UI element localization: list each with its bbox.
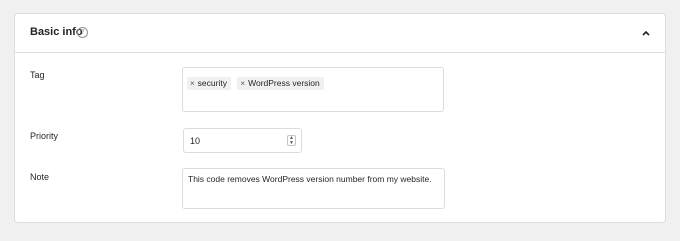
priority-value: 10 xyxy=(190,136,201,146)
basic-info-panel: Basic info ? Tag × security × WordPress ve… xyxy=(14,13,666,223)
remove-tag-icon[interactable]: × xyxy=(190,79,195,88)
tag-input[interactable]: × security × WordPress version xyxy=(182,67,444,112)
note-textarea[interactable]: This code removes WordPress version numb… xyxy=(182,168,445,209)
note-label: Note xyxy=(30,172,50,182)
panel-header[interactable]: Basic info ? xyxy=(15,14,665,53)
priority-label: Priority xyxy=(30,131,59,141)
remove-tag-icon[interactable]: × xyxy=(240,79,245,88)
question-circle-icon[interactable]: ? xyxy=(77,27,88,38)
tag-chip-label: WordPress version xyxy=(248,78,320,88)
priority-input[interactable]: 10 ▲ ▼ xyxy=(183,128,302,153)
up-down-spinner-icon[interactable]: ▲ ▼ xyxy=(287,135,296,146)
tag-label: Tag xyxy=(30,70,45,80)
tag-chip-label: security xyxy=(197,78,227,88)
panel-title: Basic info xyxy=(30,26,83,38)
chevron-up-icon[interactable] xyxy=(641,28,651,38)
tag-chip: × security xyxy=(187,77,231,90)
tag-chip: × WordPress version xyxy=(237,77,324,90)
